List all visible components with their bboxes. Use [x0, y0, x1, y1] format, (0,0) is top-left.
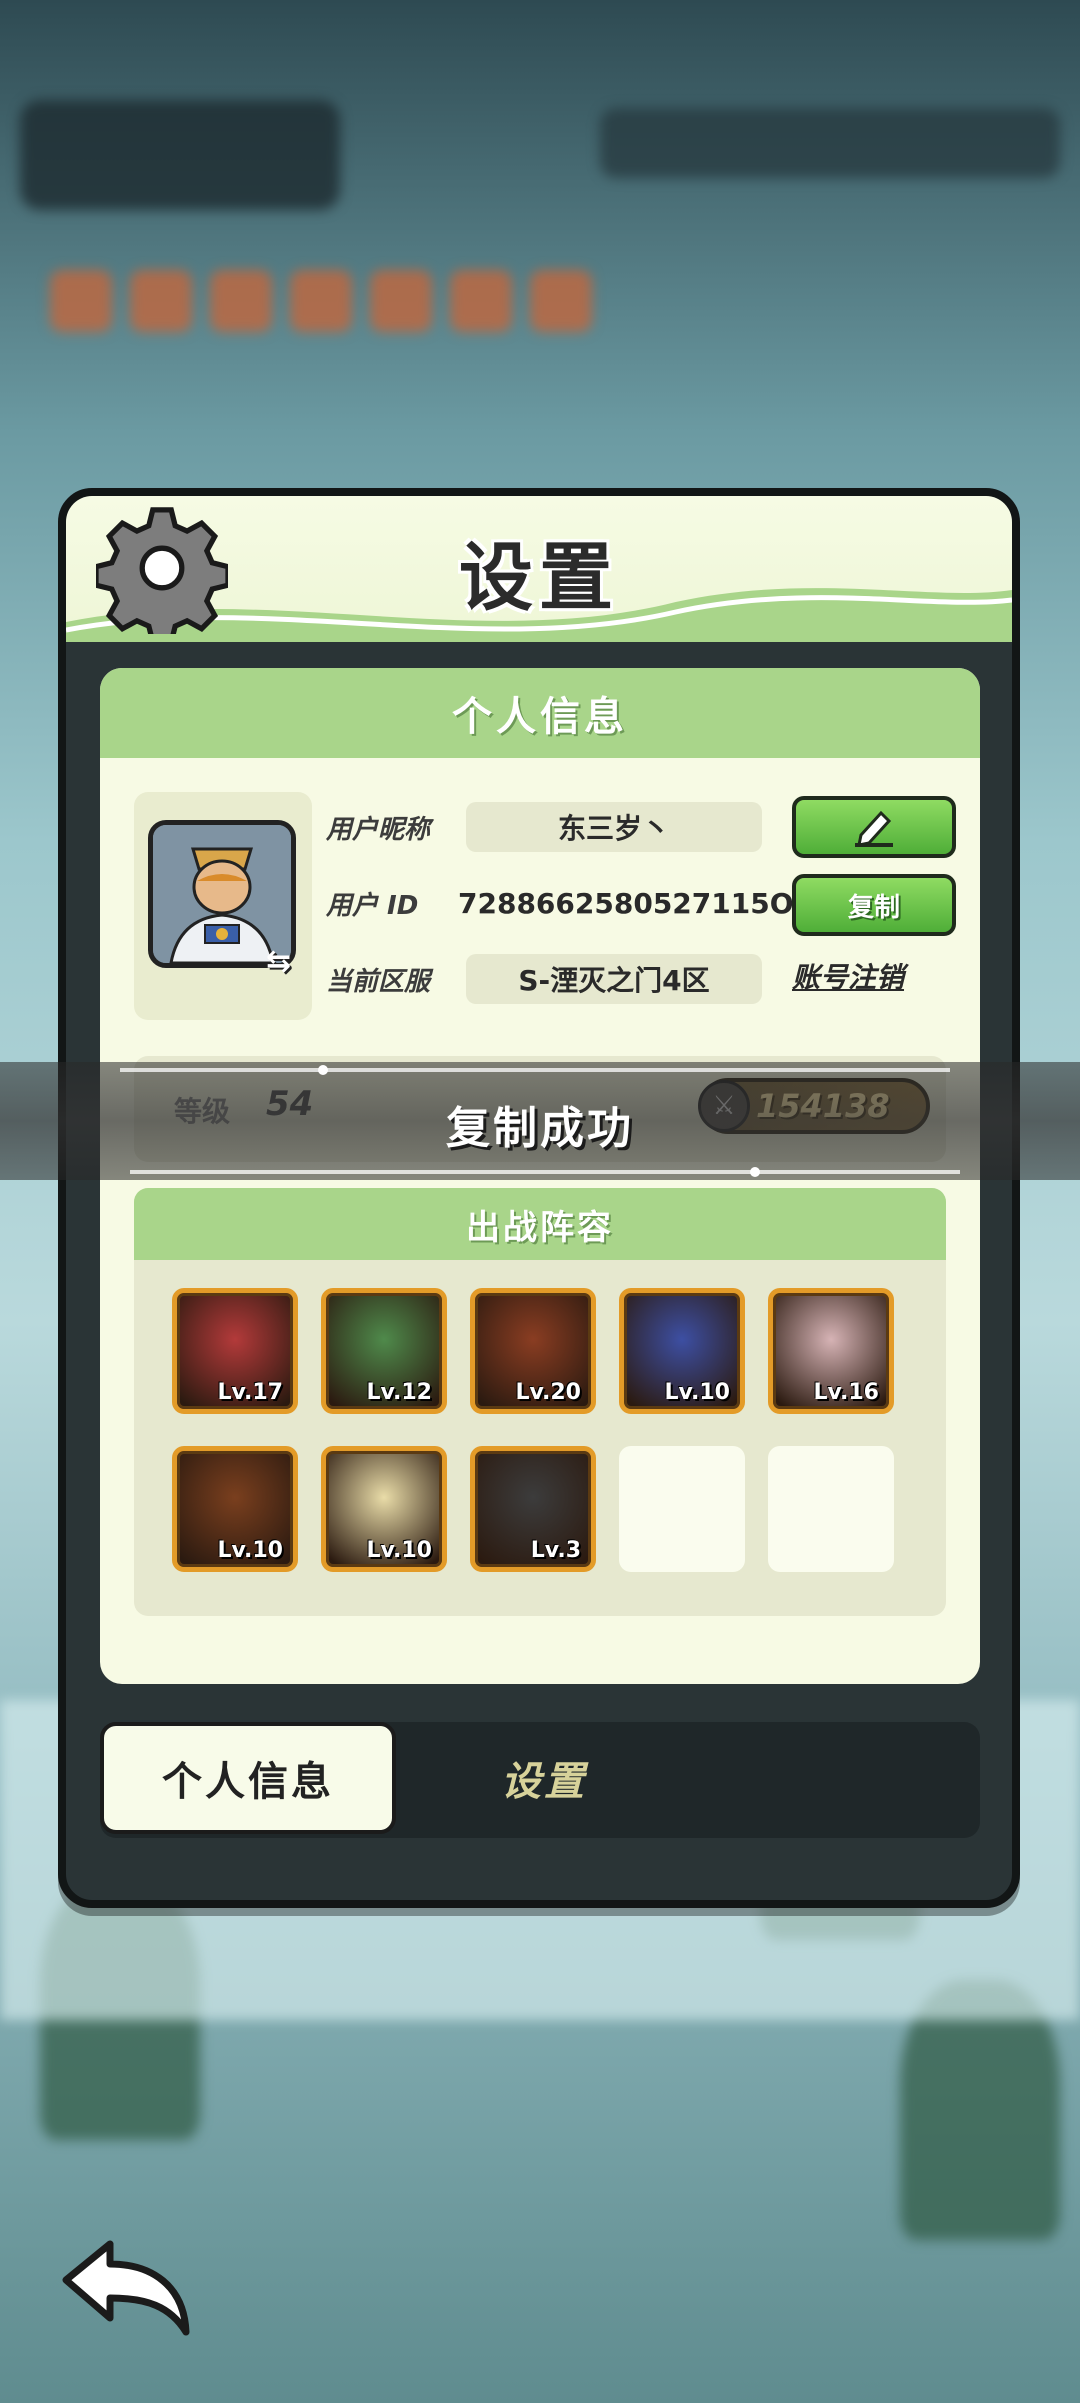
- settings-dialog: 设置 个人信息 ⇆ 用户昵称 东三岁丶 用户 ID 72886625805271…: [58, 488, 1020, 1908]
- hero-slot[interactable]: Lv.10: [619, 1288, 745, 1414]
- nickname-label: 用户昵称: [326, 814, 431, 845]
- tab-settings[interactable]: 设置: [396, 1722, 692, 1834]
- edit-nickname-button[interactable]: [792, 796, 956, 858]
- dialog-header: 设置: [66, 496, 1012, 642]
- hero-level: Lv.17: [217, 1380, 283, 1405]
- dialog-title: 设置: [459, 535, 619, 621]
- avatar-portrait: [153, 825, 291, 963]
- toast-line-bottom: [130, 1170, 960, 1174]
- back-arrow-icon[interactable]: [58, 2236, 194, 2340]
- hero-slot[interactable]: Lv.20: [470, 1288, 596, 1414]
- background-hero-row: [50, 270, 592, 332]
- battle-lineup: 出战阵容 Lv.17 Lv.12 Lv.20 Lv.10 Lv.16 Lv.10 Lv.10…: [134, 1188, 946, 1616]
- lineup-title: 出战阵容: [466, 1207, 614, 1248]
- user-id-row: 用户 ID 7288662580527115O: [326, 878, 794, 928]
- profile-panel-title: 个人信息: [452, 694, 628, 740]
- background-hud: [20, 100, 340, 210]
- toast-dot: [750, 1167, 760, 1177]
- tab-profile[interactable]: 个人信息: [100, 1722, 396, 1834]
- avatar-box: ⇆: [134, 792, 312, 1020]
- nickname-row: 用户昵称 东三岁丶: [326, 802, 762, 852]
- toast-line-top: [120, 1068, 950, 1072]
- hero-slot[interactable]: Lv.3: [470, 1446, 596, 1572]
- hero-slot[interactable]: Lv.10: [172, 1446, 298, 1572]
- user-id-value: 7288662580527115O: [458, 886, 794, 920]
- copy-id-button[interactable]: 复制: [792, 874, 956, 936]
- hero-slot[interactable]: Lv.10: [321, 1446, 447, 1572]
- lineup-header: 出战阵容: [134, 1188, 946, 1260]
- nickname-value: 东三岁丶: [466, 802, 762, 852]
- hero-slot[interactable]: Lv.12: [321, 1288, 447, 1414]
- bottom-tab-bar: 个人信息 设置: [100, 1722, 980, 1838]
- toast-dot: [318, 1065, 328, 1075]
- profile-panel-header: 个人信息: [100, 668, 980, 758]
- account-delete-link[interactable]: 账号注销: [792, 956, 904, 996]
- pencil-icon: [855, 810, 893, 847]
- hero-level: Lv.10: [366, 1538, 432, 1563]
- hero-slot[interactable]: Lv.17: [172, 1288, 298, 1414]
- hero-level: Lv.16: [813, 1380, 879, 1405]
- empty-hero-slot[interactable]: [768, 1446, 894, 1572]
- hero-grid: Lv.17 Lv.12 Lv.20 Lv.10 Lv.16 Lv.10 Lv.10 Lv.3: [172, 1288, 894, 1572]
- toast-text: 复制成功: [446, 1103, 634, 1154]
- copy-success-toast: 复制成功: [0, 1062, 1080, 1180]
- user-id-label: 用户 ID: [326, 890, 419, 921]
- swap-avatar-icon[interactable]: ⇆: [266, 944, 310, 980]
- server-row: 当前区服 S-湮灭之门4区: [326, 954, 762, 1004]
- empty-hero-slot[interactable]: [619, 1446, 745, 1572]
- hero-level: Lv.12: [366, 1380, 432, 1405]
- hero-level: Lv.20: [515, 1380, 581, 1405]
- hero-level: Lv.10: [664, 1380, 730, 1405]
- hero-level: Lv.10: [217, 1538, 283, 1563]
- server-value: S-湮灭之门4区: [466, 954, 762, 1004]
- hero-slot[interactable]: Lv.16: [768, 1288, 894, 1414]
- hero-level: Lv.3: [530, 1538, 581, 1563]
- background-currency-bar: [600, 108, 1060, 178]
- server-label: 当前区服: [326, 966, 431, 997]
